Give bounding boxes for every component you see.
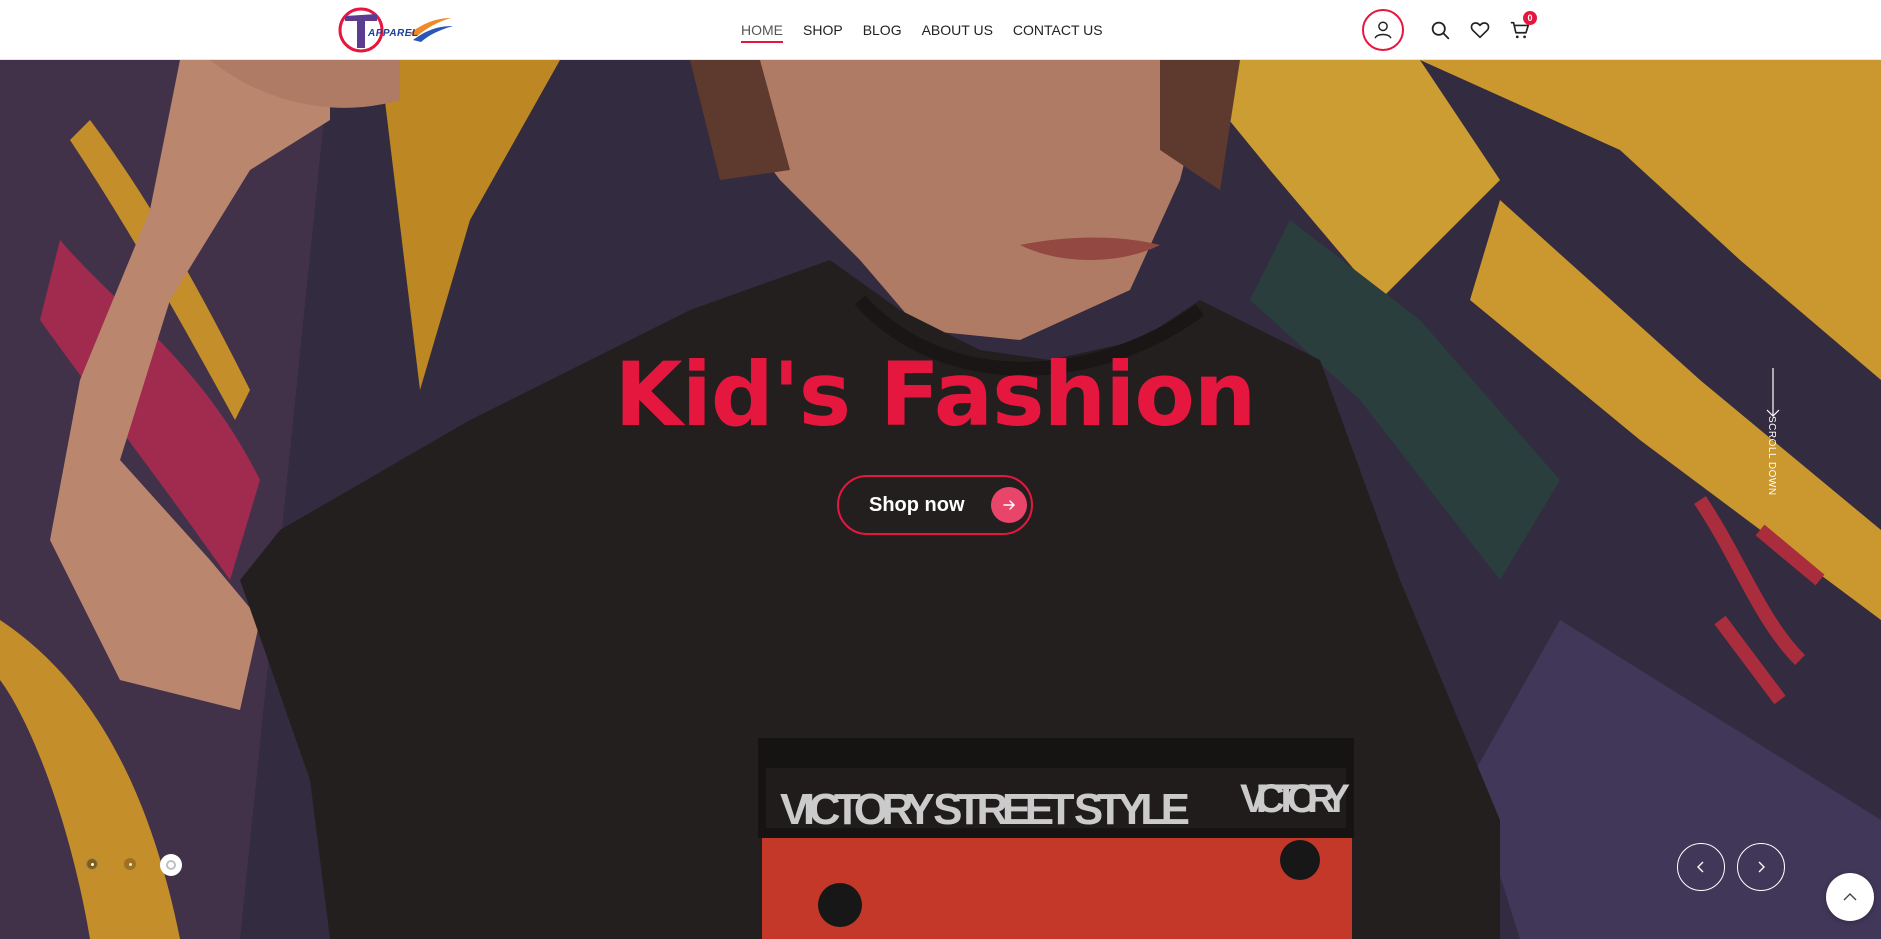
site-header: APPAREL HOME SHOP BLOG ABOUT US CONTACT … [0,0,1881,60]
cart-count-badge: 0 [1523,11,1537,25]
scroll-down-link[interactable]: SCROLL DOWN [1763,368,1783,498]
heart-icon [1470,22,1490,39]
arrow-down-icon [1766,368,1780,417]
shop-now-label: Shop now [869,493,965,516]
account-button[interactable] [1362,9,1404,51]
prev-slide-button[interactable] [1677,843,1725,891]
user-icon [1374,21,1392,39]
brand-logo[interactable]: APPAREL [337,4,455,56]
slide-dot-1-center [91,863,94,866]
scroll-down-label: SCROLL DOWN [1766,416,1777,496]
nav-about-us[interactable]: ABOUT US [922,22,993,38]
nav-shop[interactable]: SHOP [803,22,843,38]
search-button[interactable] [1428,18,1452,42]
hero-slider: VICTORY STREET STYLE VICTORY Kid's Fashi… [0,60,1881,939]
cart-button[interactable]: 0 [1508,11,1537,42]
slide-dot-3-center [166,860,176,870]
chevron-left-icon [1697,861,1704,873]
header-actions: 0 [1362,8,1540,52]
slide-dot-2-center [129,863,132,866]
next-slide-button[interactable] [1737,843,1785,891]
scroll-to-top-button[interactable] [1826,873,1874,921]
nav-home[interactable]: HOME [741,22,783,43]
nav-contact-us[interactable]: CONTACT US [1013,22,1103,38]
chevron-right-icon [1758,861,1765,873]
main-nav: HOME SHOP BLOG ABOUT US CONTACT US [741,0,1103,60]
wishlist-button[interactable] [1468,18,1492,42]
arrow-right-icon [991,487,1027,523]
shop-now-button[interactable]: Shop now [837,475,1033,535]
chevron-up-icon [1843,893,1857,901]
hero-title: Kid's Fashion [614,343,1257,446]
search-icon [1431,21,1449,39]
nav-blog[interactable]: BLOG [863,22,902,38]
logo-wordmark: APPAREL [368,28,419,39]
